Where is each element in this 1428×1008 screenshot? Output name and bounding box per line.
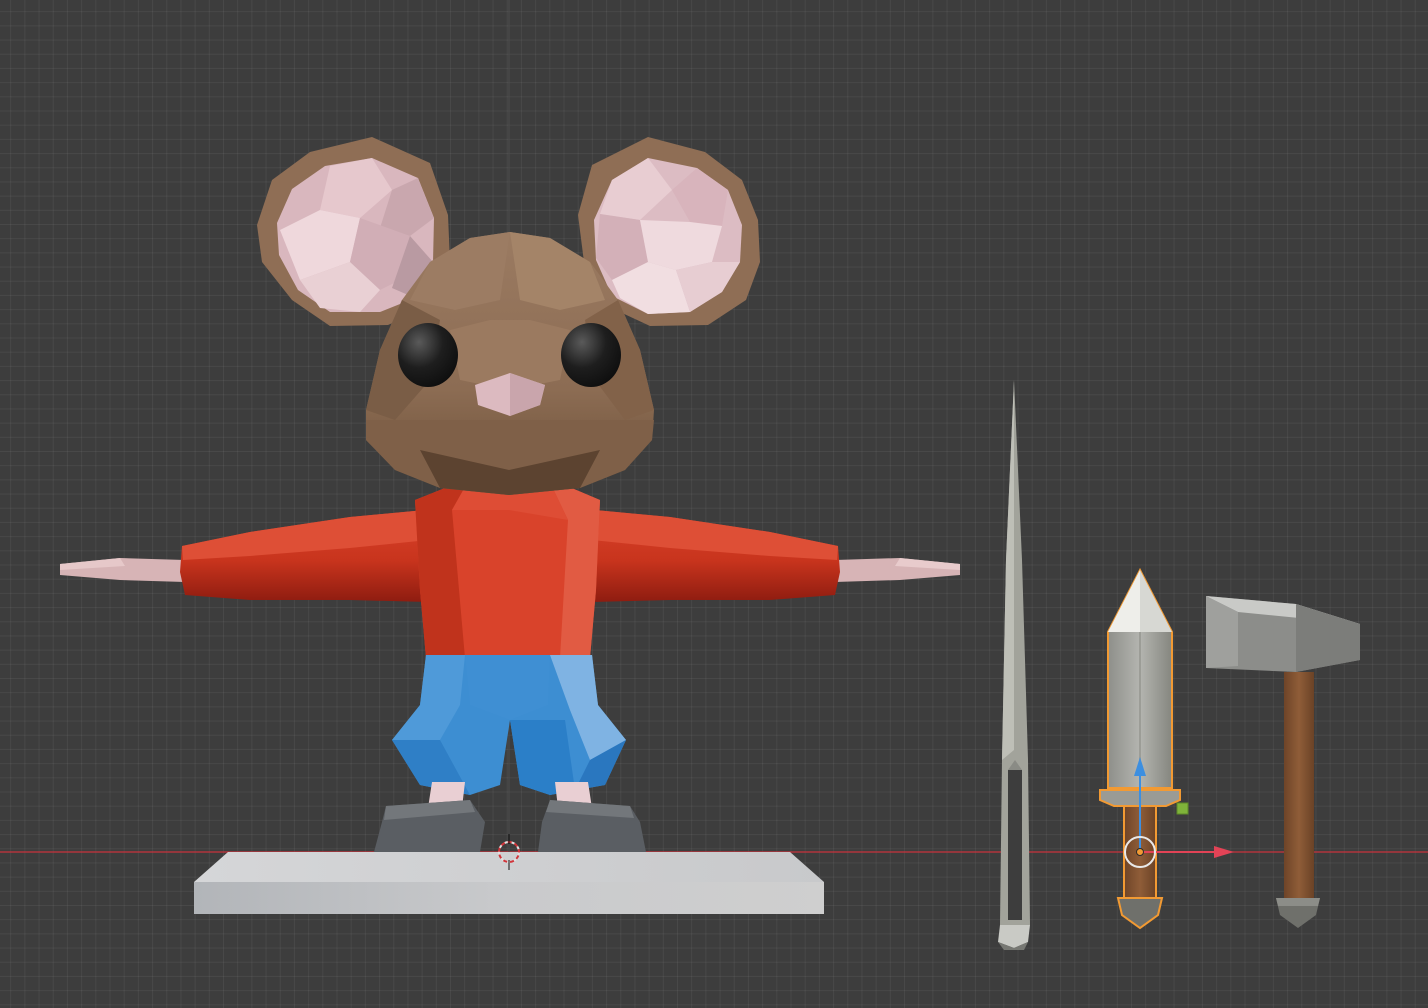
- needle[interactable]: [998, 380, 1030, 950]
- left-eye: [398, 323, 458, 387]
- dagger[interactable]: [1099, 567, 1181, 930]
- right-eye: [561, 323, 621, 387]
- gizmo-plane-handle[interactable]: [1176, 802, 1189, 815]
- torso-shirt: [415, 478, 600, 658]
- origin-pivot-icon: [1136, 848, 1144, 856]
- viewport-scene[interactable]: [0, 0, 1428, 1008]
- mouse-character[interactable]: [60, 137, 960, 852]
- gizmo-x-arrow-icon[interactable]: [1214, 846, 1234, 858]
- left-arm: [60, 510, 428, 602]
- right-arm: [592, 510, 960, 602]
- 3d-viewport[interactable]: [0, 0, 1428, 1008]
- hammer[interactable]: [1206, 596, 1360, 928]
